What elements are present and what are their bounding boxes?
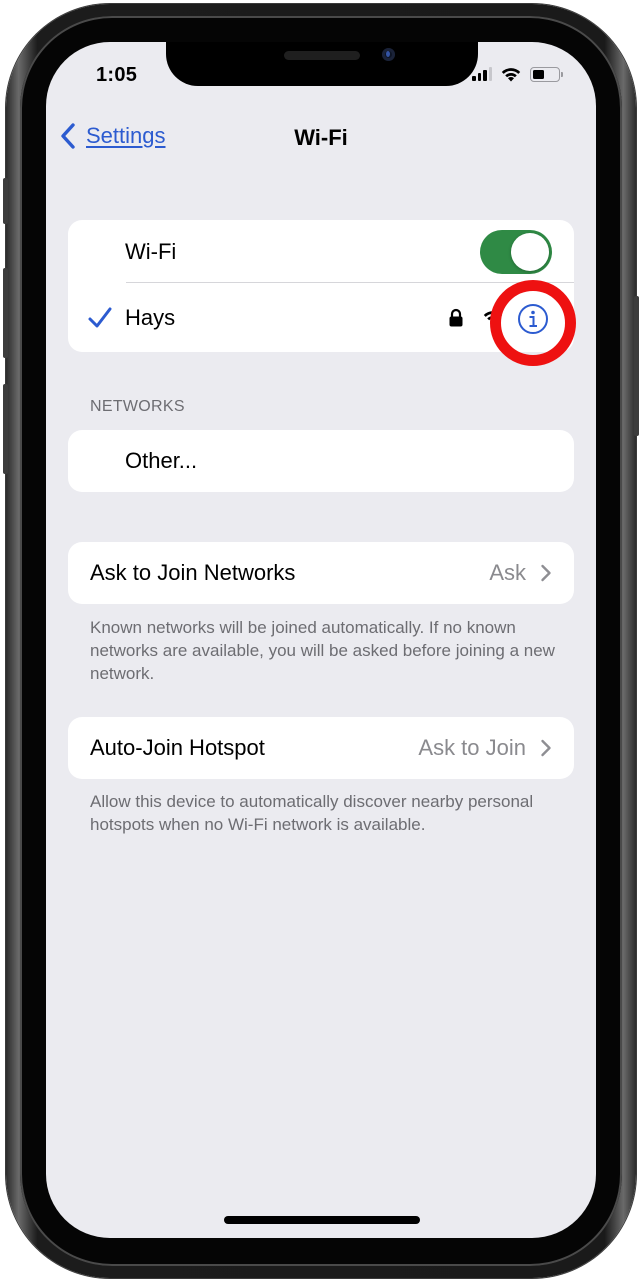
status-time: 1:05: [96, 64, 138, 86]
volume-down-button: [3, 384, 8, 474]
volume-up-button: [3, 268, 8, 358]
chevron-right-icon: [541, 564, 551, 582]
ask-to-join-label: Ask to Join Networks: [90, 560, 296, 585]
wifi-icon: [501, 68, 521, 82]
notch: [166, 42, 478, 86]
ask-to-join-value: Ask: [489, 560, 526, 585]
ask-to-join-group: Ask to Join Networks Ask: [68, 542, 574, 604]
network-name: Hays: [125, 304, 176, 330]
silent-switch: [3, 178, 8, 224]
home-indicator[interactable]: [224, 1216, 420, 1224]
battery-icon: [530, 66, 563, 82]
power-button: [634, 296, 639, 436]
checkmark-icon: [88, 307, 112, 328]
front-camera: [382, 48, 395, 61]
highlight-circle-annotation: [490, 280, 576, 366]
auto-join-hotspot-group: Auto-Join Hotspot Ask to Join: [68, 717, 574, 779]
speaker: [284, 51, 360, 60]
wifi-toggle-label: Wi-Fi: [125, 238, 177, 264]
auto-join-hotspot-footer: Allow this device to automatically disco…: [90, 792, 534, 834]
status-icons: [472, 66, 563, 82]
network-list-item[interactable]: Other...: [68, 430, 574, 492]
ask-to-join-row[interactable]: Ask to Join Networks Ask: [68, 542, 574, 604]
networks-section-header: NETWORKS: [90, 398, 185, 415]
auto-join-hotspot-row[interactable]: Auto-Join Hotspot Ask to Join: [68, 717, 574, 779]
wifi-toggle[interactable]: [480, 230, 552, 274]
wifi-toggle-row: Wi-Fi: [68, 220, 574, 283]
screen: 1:05 Settings Wi-Fi Wi-Fi Hays NETWORKS …: [46, 42, 596, 1238]
cellular-signal-icon: [472, 67, 492, 81]
lock-icon: [449, 308, 463, 327]
chevron-right-icon: [541, 739, 551, 757]
other-network-label: Other...: [125, 448, 198, 473]
networks-group: Other...: [68, 430, 574, 492]
auto-join-hotspot-value: Ask to Join: [418, 735, 526, 760]
auto-join-hotspot-label: Auto-Join Hotspot: [90, 735, 265, 760]
page-title: Wi-Fi: [294, 125, 348, 150]
ask-to-join-footer: Known networks will be joined automatica…: [90, 618, 555, 683]
toggle-knob: [511, 233, 549, 271]
